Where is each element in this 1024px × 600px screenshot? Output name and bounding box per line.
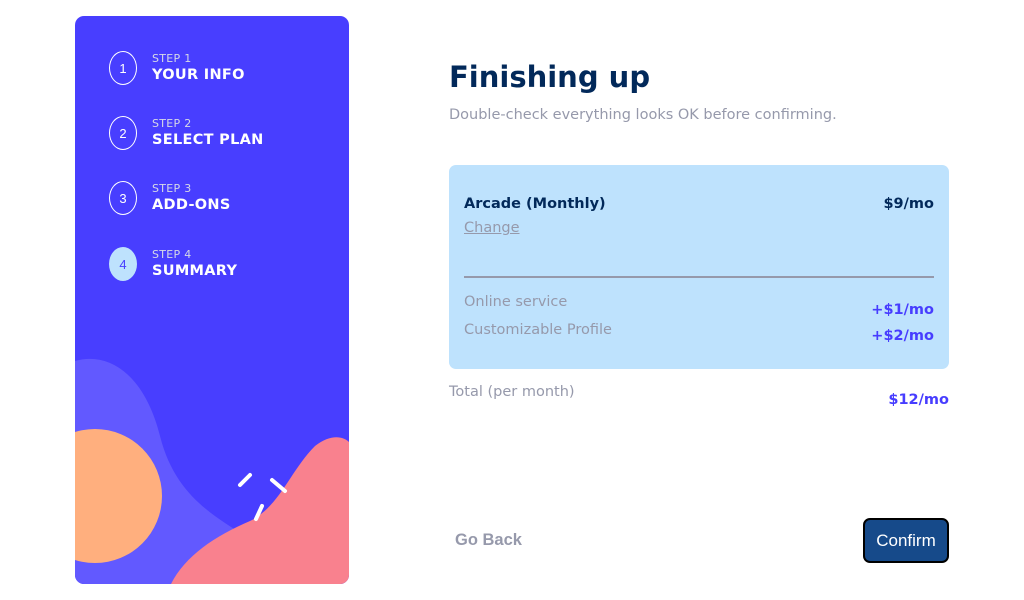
addon-name-online-service: Online service xyxy=(464,294,568,310)
plan-price: $9/mo xyxy=(883,196,934,212)
step-3-title: ADD-ONS xyxy=(152,197,231,213)
step-2[interactable]: 2 STEP 2 SELECT PLAN xyxy=(109,116,339,156)
go-back-button[interactable]: Go Back xyxy=(449,523,528,557)
summary-box: Arcade (Monthly) Change $9/mo Online ser… xyxy=(449,165,949,369)
total-price: $12/mo xyxy=(888,392,949,408)
page-subtitle: Double-check everything looks OK before … xyxy=(449,107,837,123)
step-4-label: STEP 4 xyxy=(152,248,192,261)
step-3-number: 3 xyxy=(109,181,137,215)
sidebar: 1 STEP 1 YOUR INFO 2 STEP 2 SELECT PLAN … xyxy=(75,16,349,584)
step-4[interactable]: 4 STEP 4 SUMMARY xyxy=(109,247,339,287)
addon-price-customizable-profile: +$2/mo xyxy=(871,328,934,344)
step-2-number: 2 xyxy=(109,116,137,150)
confirm-button[interactable]: Confirm xyxy=(863,518,949,563)
page-title: Finishing up xyxy=(449,60,651,94)
step-4-title: SUMMARY xyxy=(152,263,238,279)
step-1-label: STEP 1 xyxy=(152,52,192,65)
addon-name-customizable-profile: Customizable Profile xyxy=(464,322,612,338)
sidebar-background-shapes xyxy=(75,358,349,584)
step-2-label: STEP 2 xyxy=(152,117,192,130)
change-plan-link[interactable]: Change xyxy=(464,220,520,236)
total-label: Total (per month) xyxy=(449,384,575,400)
addon-price-online-service: +$1/mo xyxy=(871,302,934,318)
step-3-label: STEP 3 xyxy=(152,182,192,195)
step-1-title: YOUR INFO xyxy=(152,67,245,83)
step-1-number: 1 xyxy=(109,51,137,85)
step-2-title: SELECT PLAN xyxy=(152,132,264,148)
step-1[interactable]: 1 STEP 1 YOUR INFO xyxy=(109,51,339,91)
sparkle-line-2 xyxy=(270,478,287,493)
step-4-number: 4 xyxy=(109,247,137,281)
step-3[interactable]: 3 STEP 3 ADD-ONS xyxy=(109,181,339,221)
summary-divider xyxy=(464,276,934,278)
sparkle-line-1 xyxy=(238,473,252,487)
plan-name: Arcade (Monthly) xyxy=(464,196,606,212)
